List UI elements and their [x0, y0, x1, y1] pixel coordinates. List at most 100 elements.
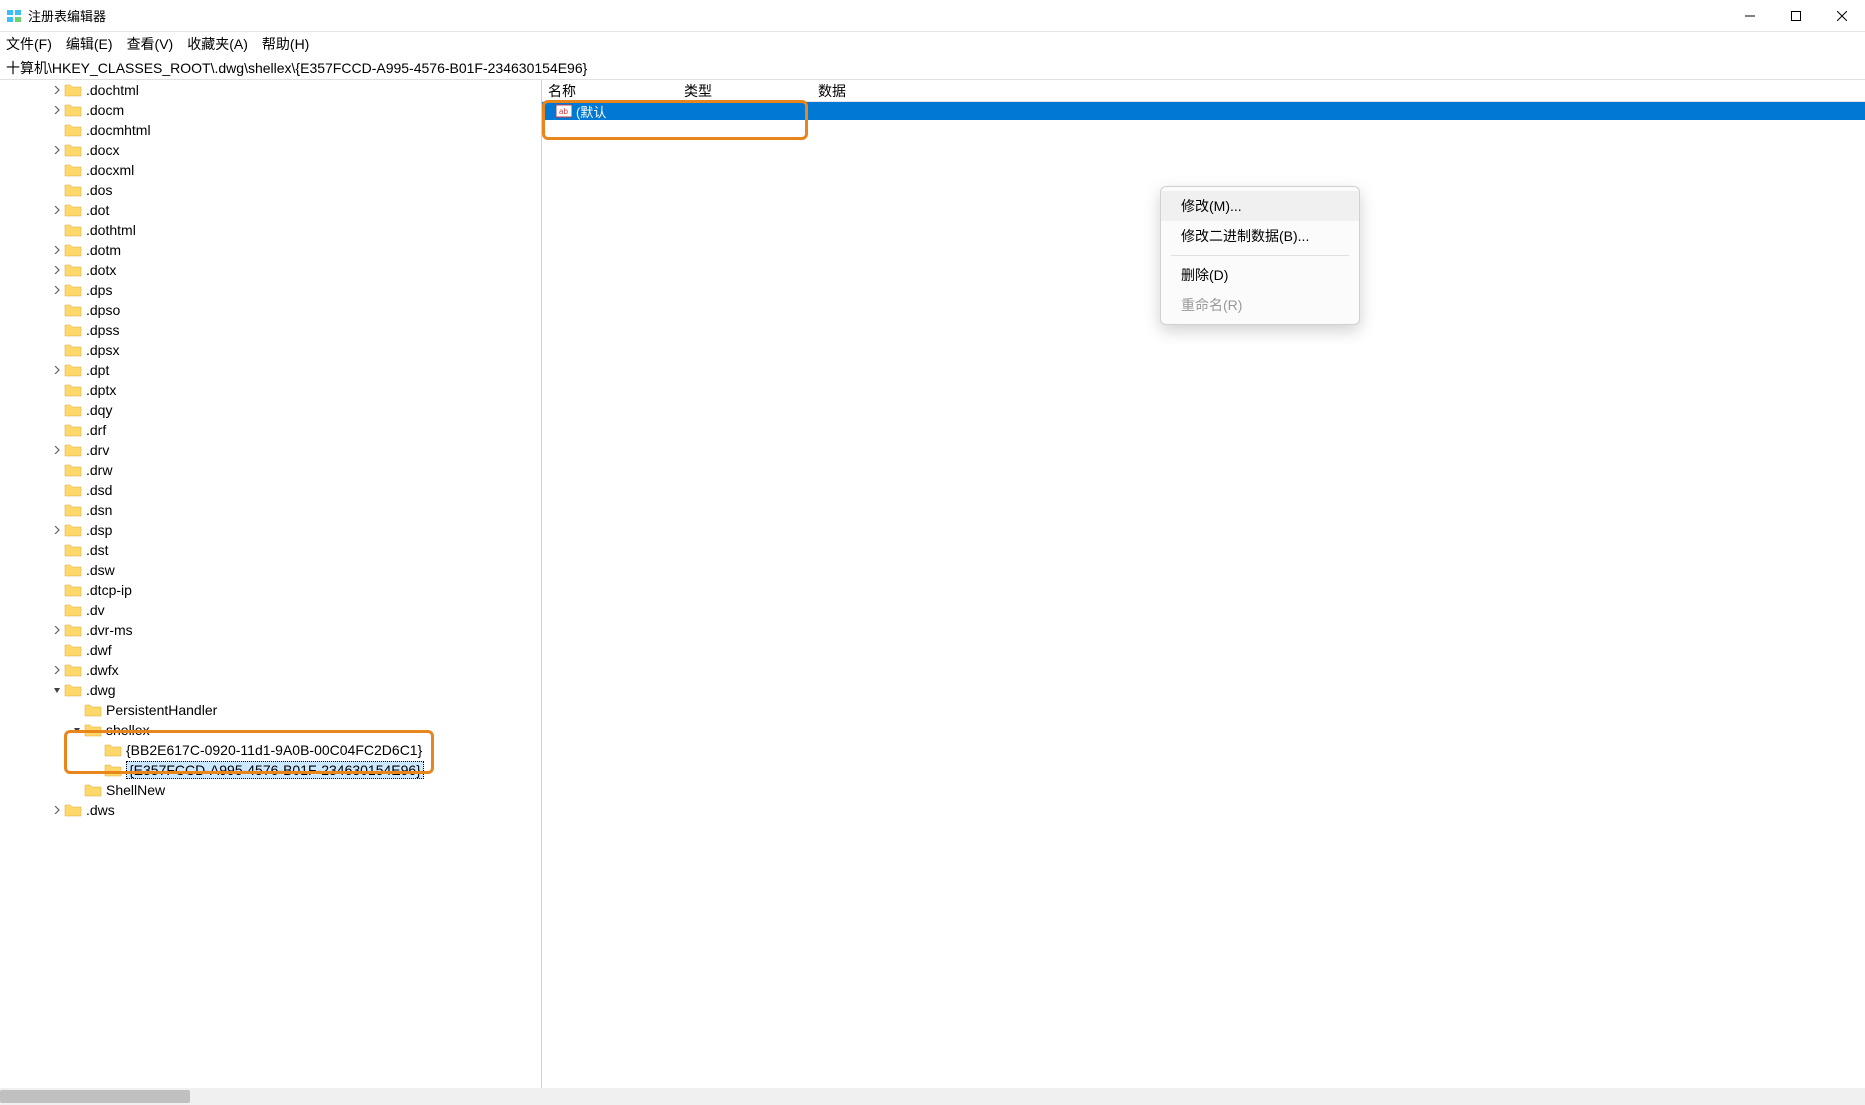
col-name[interactable]: 名称 [542, 81, 678, 101]
tree-item[interactable]: .dwfx [0, 660, 541, 680]
tree-item-label: .drw [86, 462, 112, 478]
tree-item[interactable]: .dot [0, 200, 541, 220]
tree-item-label: .dqy [86, 402, 112, 418]
tree-item[interactable]: shellex [0, 720, 541, 740]
tree-item-label: .docx [86, 142, 119, 158]
ctx-modify-binary[interactable]: 修改二进制数据(B)... [1161, 221, 1359, 251]
folder-icon [64, 683, 82, 697]
tree-item[interactable]: .dsn [0, 500, 541, 520]
tree-item-label: .dst [86, 542, 109, 558]
context-menu: 修改(M)... 修改二进制数据(B)... 删除(D) 重命名(R) [1160, 186, 1360, 325]
menu-help[interactable]: 帮助(H) [262, 34, 309, 54]
tree-item-label: PersistentHandler [106, 702, 217, 718]
tree-item[interactable]: .dpt [0, 360, 541, 380]
tree-item[interactable]: .dotx [0, 260, 541, 280]
tree-item[interactable]: .dvr-ms [0, 620, 541, 640]
tree-item-label: .dsn [86, 502, 112, 518]
chevron-down-icon[interactable] [50, 686, 64, 694]
tree-item[interactable]: .drw [0, 460, 541, 480]
menu-file[interactable]: 文件(F) [6, 34, 52, 54]
folder-icon [84, 783, 102, 797]
col-type[interactable]: 类型 [678, 81, 812, 101]
chevron-right-icon[interactable] [50, 286, 64, 294]
list-view[interactable]: 名称 类型 数据 ab (默认 修改(M)... 修改二进制数据(B)... 删… [542, 80, 1865, 1088]
app-icon [6, 8, 22, 24]
tree-item[interactable]: .dtcp-ip [0, 580, 541, 600]
folder-icon [64, 123, 82, 137]
chevron-right-icon[interactable] [50, 106, 64, 114]
tree-item[interactable]: .dpso [0, 300, 541, 320]
chevron-right-icon[interactable] [50, 526, 64, 534]
tree-item[interactable]: .dwf [0, 640, 541, 660]
tree-item[interactable]: .drv [0, 440, 541, 460]
folder-icon [64, 543, 82, 557]
tree-item[interactable]: .docmhtml [0, 120, 541, 140]
value-name: (默认 [576, 102, 606, 121]
tree-item[interactable]: .dps [0, 280, 541, 300]
list-row-default[interactable]: ab (默认 [542, 102, 1865, 120]
tree-item-label: .dps [86, 282, 112, 298]
tree-item[interactable]: .dpss [0, 320, 541, 340]
chevron-right-icon[interactable] [50, 806, 64, 814]
tree-item[interactable]: .docm [0, 100, 541, 120]
tree-item-label: .dv [86, 602, 105, 618]
chevron-right-icon[interactable] [50, 146, 64, 154]
col-data[interactable]: 数据 [812, 81, 1865, 101]
tree-item[interactable]: .dptx [0, 380, 541, 400]
folder-icon [64, 83, 82, 97]
menu-favorites[interactable]: 收藏夹(A) [187, 34, 248, 54]
chevron-down-icon[interactable] [70, 726, 84, 734]
tree-item[interactable]: .dotm [0, 240, 541, 260]
tree-item[interactable]: .dos [0, 180, 541, 200]
tree-item[interactable]: .dws [0, 800, 541, 820]
tree-item[interactable]: .dochtml [0, 80, 541, 100]
tree-view[interactable]: .dochtml.docm.docmhtml .docx .docxml .dos .d… [0, 80, 542, 1088]
tree-item[interactable]: .dwg [0, 680, 541, 700]
minimize-button[interactable] [1727, 0, 1773, 32]
tree-item-label: .dos [86, 182, 112, 198]
tree-item[interactable]: .dsd [0, 480, 541, 500]
tree-item[interactable]: .dsp [0, 520, 541, 540]
scrollbar-thumb[interactable] [0, 1090, 190, 1103]
tree-item[interactable]: {E357FCCD-A995-4576-B01F-234630154E96} [0, 760, 541, 780]
tree-item[interactable]: .dsw [0, 560, 541, 580]
tree-item[interactable]: PersistentHandler [0, 700, 541, 720]
tree-item[interactable]: ShellNew [0, 780, 541, 800]
tree-item[interactable]: .dqy [0, 400, 541, 420]
tree-item[interactable]: .dpsx [0, 340, 541, 360]
tree-item-label: .drf [86, 422, 106, 438]
tree-item[interactable]: .docxml [0, 160, 541, 180]
folder-icon [64, 263, 82, 277]
tree-item-label: {BB2E617C-0920-11d1-9A0B-00C04FC2D6C1} [126, 742, 422, 758]
address-bar[interactable]: 十算机\HKEY_CLASSES_ROOT\.dwg\shellex\{E357… [0, 56, 1865, 80]
chevron-right-icon[interactable] [50, 246, 64, 254]
tree-item-label: .dpss [86, 322, 119, 338]
chevron-right-icon[interactable] [50, 626, 64, 634]
chevron-right-icon[interactable] [50, 366, 64, 374]
close-button[interactable] [1819, 0, 1865, 32]
ctx-modify[interactable]: 修改(M)... [1161, 191, 1359, 221]
folder-icon [64, 343, 82, 357]
menu-view[interactable]: 查看(V) [127, 34, 174, 54]
chevron-right-icon[interactable] [50, 666, 64, 674]
maximize-button[interactable] [1773, 0, 1819, 32]
tree-item[interactable]: .docx [0, 140, 541, 160]
tree-h-scrollbar[interactable] [0, 1088, 542, 1105]
folder-icon [64, 163, 82, 177]
tree-item-label: .dwf [86, 642, 112, 658]
chevron-right-icon[interactable] [50, 266, 64, 274]
tree-item[interactable]: .dst [0, 540, 541, 560]
tree-item[interactable]: .dv [0, 600, 541, 620]
tree-item-label: .dtcp-ip [86, 582, 132, 598]
tree-item[interactable]: .dothtml [0, 220, 541, 240]
menu-edit[interactable]: 编辑(E) [66, 34, 113, 54]
tree-item-label: .dpso [86, 302, 120, 318]
tree-item-label: .dsw [86, 562, 115, 578]
chevron-right-icon[interactable] [50, 86, 64, 94]
chevron-right-icon[interactable] [50, 446, 64, 454]
ctx-delete[interactable]: 删除(D) [1161, 260, 1359, 290]
tree-item[interactable]: {BB2E617C-0920-11d1-9A0B-00C04FC2D6C1} [0, 740, 541, 760]
tree-item[interactable]: .drf [0, 420, 541, 440]
chevron-right-icon[interactable] [50, 206, 64, 214]
string-value-icon: ab [556, 104, 572, 118]
